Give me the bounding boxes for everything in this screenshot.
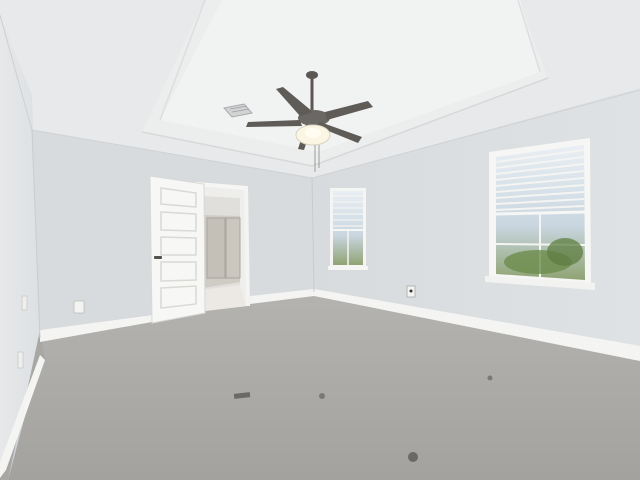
door-handle[interactable] xyxy=(154,256,162,259)
wall-plate-left xyxy=(21,295,28,311)
room-photo xyxy=(0,0,640,480)
window-right xyxy=(485,138,595,290)
open-door[interactable] xyxy=(149,175,206,324)
outlet-back xyxy=(73,300,85,314)
window-back xyxy=(328,188,368,270)
